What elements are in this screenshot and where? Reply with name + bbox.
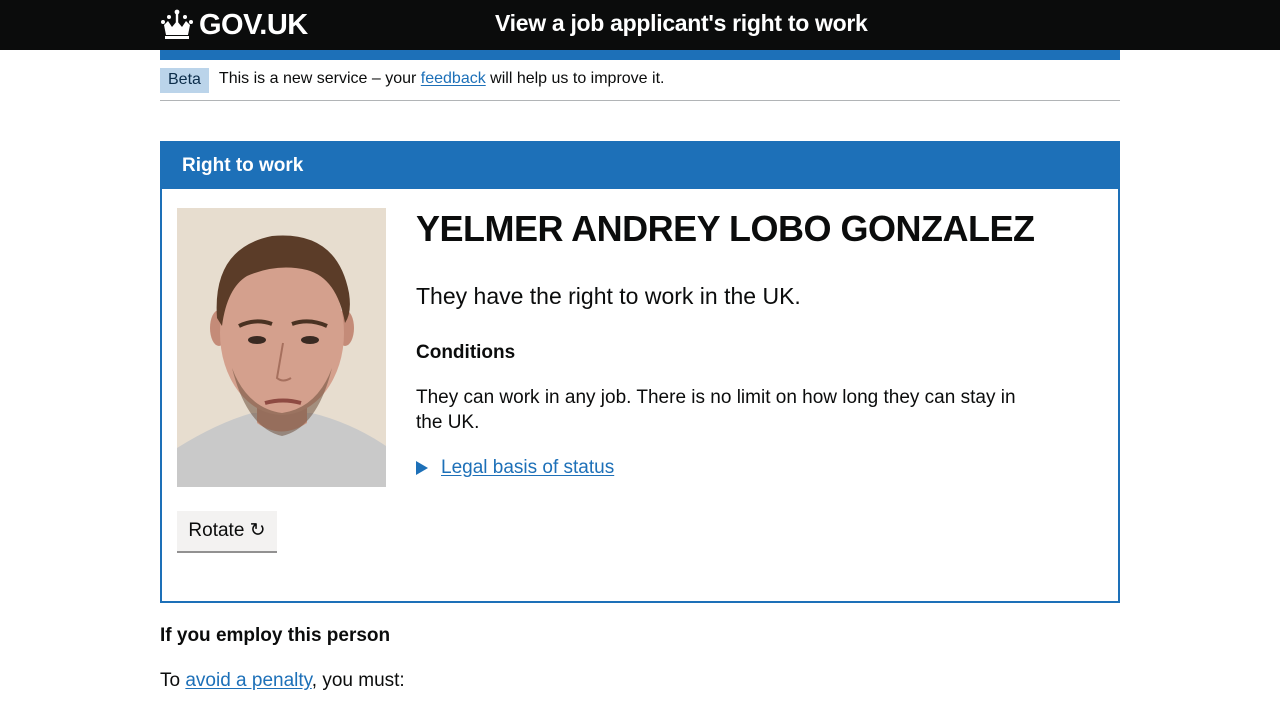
right-to-work-status: They have the right to work in the UK. [416, 283, 801, 309]
applicant-photo [177, 208, 386, 487]
crown-icon [161, 9, 193, 39]
phase-text-after: will help us to improve it. [485, 70, 665, 87]
site-header: GOV.UK View a job applicant's right to w… [0, 0, 1280, 50]
applicant-photo-image [177, 208, 386, 487]
person-name: YELMER ANDREY LOBO GONZALEZ [416, 208, 1035, 249]
govuk-logo-link[interactable]: GOV.UK [160, 6, 308, 44]
penalty-text-after: , you must: [311, 670, 405, 691]
feedback-link[interactable]: feedback [421, 70, 486, 87]
penalty-text-before: To [160, 670, 186, 691]
service-name[interactable]: View a job applicant's right to work [495, 10, 868, 37]
phase-banner-text: This is a new service – your feedback wi… [219, 67, 665, 91]
penalty-paragraph: To avoid a penalty, you must: [160, 668, 405, 693]
employ-heading: If you employ this person [160, 625, 391, 646]
status-details: YELMER ANDREY LOBO GONZALEZ They have th… [416, 205, 1036, 480]
conditions-heading: Conditions [416, 342, 516, 363]
panel-title: Right to work [162, 143, 1118, 189]
beta-tag: Beta [160, 68, 209, 93]
conditions-text: They can work in any job. There is no li… [416, 387, 1016, 433]
expand-triangle-icon[interactable] [416, 460, 428, 475]
phase-banner: Beta This is a new service – your feedba… [160, 67, 1120, 101]
legal-basis-details[interactable]: Legal basis of status [416, 455, 1036, 480]
avoid-penalty-link[interactable]: avoid a penalty [185, 670, 311, 691]
legal-basis-link[interactable]: Legal basis of status [441, 455, 614, 480]
header-blue-bar [160, 50, 1120, 60]
rotate-button[interactable]: Rotate ↻ [177, 511, 277, 551]
logo-text: GOV.UK [199, 8, 308, 41]
right-to-work-panel: Right to work YELMER ANDREY LOBO GONZALE… [160, 141, 1120, 603]
phase-text-before: This is a new service – your [218, 70, 421, 87]
